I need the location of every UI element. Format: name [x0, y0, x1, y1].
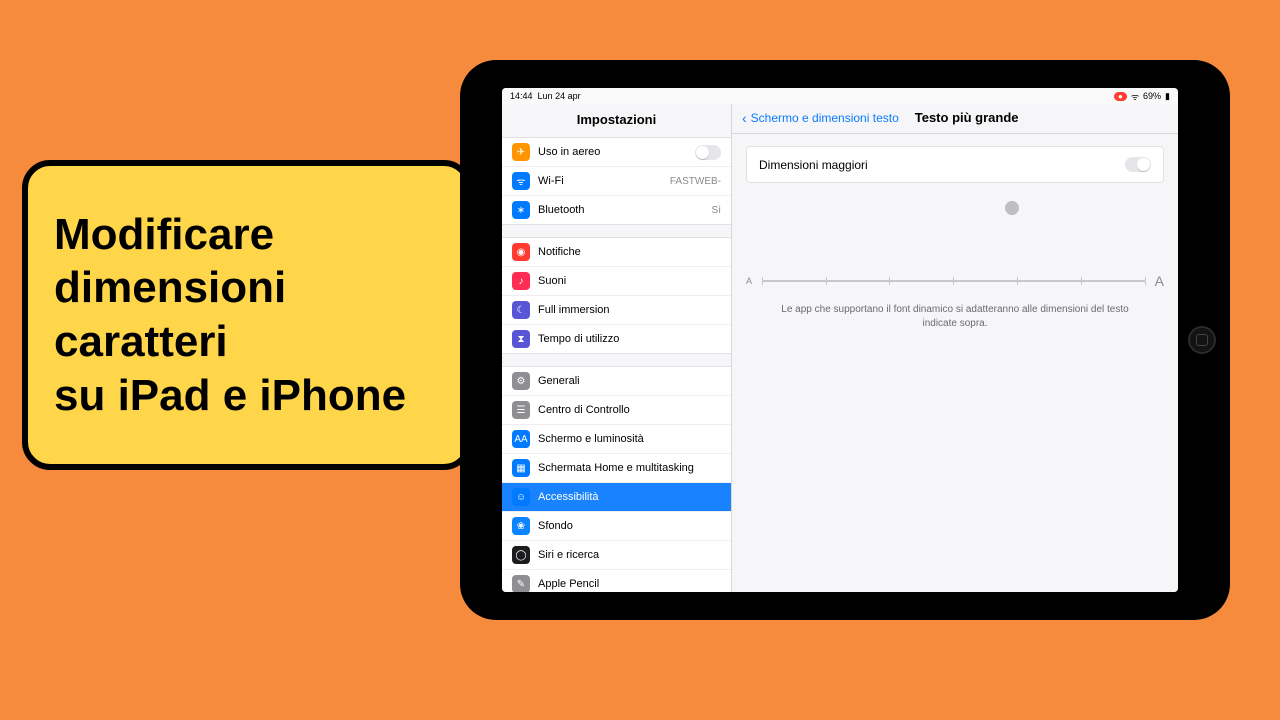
sidebar-item-label: Bluetooth	[538, 204, 584, 216]
sidebar-item-control-center[interactable]: ☰ Centro di Controllo	[502, 396, 731, 425]
moon-icon: ☾	[512, 301, 530, 319]
airplane-toggle[interactable]	[695, 145, 721, 160]
slider-max-icon: A	[1155, 273, 1164, 289]
sidebar-item-apple-pencil[interactable]: ✎ Apple Pencil	[502, 570, 731, 592]
sidebar-item-label: Generali	[538, 375, 580, 387]
text-size-slider[interactable]: A A	[746, 273, 1164, 289]
sidebar-item-homescreen[interactable]: ▦ Schermata Home e multitasking	[502, 454, 731, 483]
sidebar-item-wifi[interactable]: ᯤ Wi-Fi FASTWEB-	[502, 167, 731, 196]
slider-min-icon: A	[746, 276, 752, 286]
detail-nav: ‹ Schermo e dimensioni testo Testo più g…	[732, 104, 1178, 134]
status-time-value: 14:44	[510, 91, 533, 101]
status-bar: 14:44 Lun 24 apr ● ᯤ 69% ▮	[502, 88, 1178, 104]
hourglass-icon: ⧗	[512, 330, 530, 348]
sidebar-item-siri[interactable]: ◯ Siri e ricerca	[502, 541, 731, 570]
screen: 14:44 Lun 24 apr ● ᯤ 69% ▮ Impostazioni …	[502, 88, 1178, 592]
sidebar-item-focus[interactable]: ☾ Full immersion	[502, 296, 731, 325]
control-center-icon: ☰	[512, 401, 530, 419]
sidebar-item-accessibility[interactable]: ☺ Accessibilità	[502, 483, 731, 512]
sidebar-item-screentime[interactable]: ⧗ Tempo di utilizzo	[502, 325, 731, 353]
bluetooth-value: Sì	[712, 205, 721, 216]
wifi-status-icon: ᯤ	[1131, 90, 1139, 103]
home-screen-icon: ▦	[512, 459, 530, 477]
split-view: Impostazioni ✈ Uso in aereo ᯤ Wi-Fi FAST…	[502, 104, 1178, 592]
caption-text: Modificare dimensioni caratteri su iPad …	[54, 208, 406, 423]
detail-title: Testo più grande	[915, 110, 1019, 125]
home-button[interactable]	[1188, 326, 1216, 354]
sidebar-item-display[interactable]: AA Schermo e luminosità	[502, 425, 731, 454]
sidebar-item-label: Centro di Controllo	[538, 404, 630, 416]
larger-sizes-toggle[interactable]	[1125, 157, 1151, 172]
mute-icon: ●	[1114, 92, 1127, 101]
slider-track[interactable]	[762, 280, 1145, 282]
sidebar-item-notifications[interactable]: ◉ Notifiche	[502, 238, 731, 267]
sidebar-group-general: ⚙ Generali ☰ Centro di Controllo AA Sche…	[502, 366, 731, 592]
back-label: Schermo e dimensioni testo	[751, 111, 899, 125]
bell-icon: ◉	[512, 243, 530, 261]
status-right: ● ᯤ 69% ▮	[1114, 90, 1170, 103]
slider-knob[interactable]	[1005, 201, 1019, 215]
ipad-frame: 14:44 Lun 24 apr ● ᯤ 69% ▮ Impostazioni …	[460, 60, 1230, 620]
sidebar-item-label: Uso in aereo	[538, 146, 600, 158]
sidebar-item-label: Notifiche	[538, 246, 581, 258]
wifi-value: FASTWEB-	[670, 176, 721, 187]
text-size-icon: AA	[512, 430, 530, 448]
larger-sizes-label: Dimensioni maggiori	[759, 158, 868, 172]
sidebar-item-airplane[interactable]: ✈ Uso in aereo	[502, 138, 731, 167]
sidebar-item-label: Accessibilità	[538, 491, 599, 503]
larger-sizes-row[interactable]: Dimensioni maggiori	[746, 146, 1164, 183]
detail-body: Dimensioni maggiori A	[732, 134, 1178, 343]
wifi-icon: ᯤ	[512, 172, 530, 190]
status-time: 14:44 Lun 24 apr	[510, 91, 581, 101]
back-button[interactable]: ‹ Schermo e dimensioni testo	[742, 111, 899, 125]
sidebar-item-bluetooth[interactable]: ∗ Bluetooth Sì	[502, 196, 731, 224]
chevron-left-icon: ‹	[742, 111, 747, 125]
sidebar-item-label: Suoni	[538, 275, 566, 287]
bluetooth-icon: ∗	[512, 201, 530, 219]
detail-pane: ‹ Schermo e dimensioni testo Testo più g…	[732, 104, 1178, 592]
speaker-icon: ♪	[512, 272, 530, 290]
caption-card: Modificare dimensioni caratteri su iPad …	[22, 160, 472, 470]
wallpaper-icon: ❀	[512, 517, 530, 535]
gear-icon: ⚙	[512, 372, 530, 390]
sidebar-item-label: Siri e ricerca	[538, 549, 599, 561]
battery-icon: ▮	[1165, 91, 1170, 102]
sidebar-item-label: Tempo di utilizzo	[538, 333, 619, 345]
sidebar-item-sounds[interactable]: ♪ Suoni	[502, 267, 731, 296]
status-date-value: Lun 24 apr	[538, 91, 581, 101]
sidebar-item-general[interactable]: ⚙ Generali	[502, 367, 731, 396]
sidebar-group-connectivity: ✈ Uso in aereo ᯤ Wi-Fi FASTWEB- ∗ Blueto…	[502, 137, 731, 225]
sidebar-group-alerts: ◉ Notifiche ♪ Suoni ☾ Full immersion ⧗ T…	[502, 237, 731, 354]
detail-footer: Le app che supportano il font dinamico s…	[746, 303, 1164, 331]
sidebar-item-label: Apple Pencil	[538, 578, 599, 590]
sidebar-title: Impostazioni	[502, 104, 731, 137]
sidebar-item-label: Wi-Fi	[538, 175, 564, 187]
sidebar-item-label: Full immersion	[538, 304, 610, 316]
airplane-icon: ✈	[512, 143, 530, 161]
sidebar-item-label: Sfondo	[538, 520, 573, 532]
battery-percent: 69%	[1143, 91, 1161, 101]
accessibility-icon: ☺	[512, 488, 530, 506]
siri-icon: ◯	[512, 546, 530, 564]
sidebar-item-label: Schermo e luminosità	[538, 433, 644, 445]
settings-sidebar: Impostazioni ✈ Uso in aereo ᯤ Wi-Fi FAST…	[502, 104, 732, 592]
sidebar-item-label: Schermata Home e multitasking	[538, 462, 694, 474]
sidebar-item-wallpaper[interactable]: ❀ Sfondo	[502, 512, 731, 541]
pencil-icon: ✎	[512, 575, 530, 592]
